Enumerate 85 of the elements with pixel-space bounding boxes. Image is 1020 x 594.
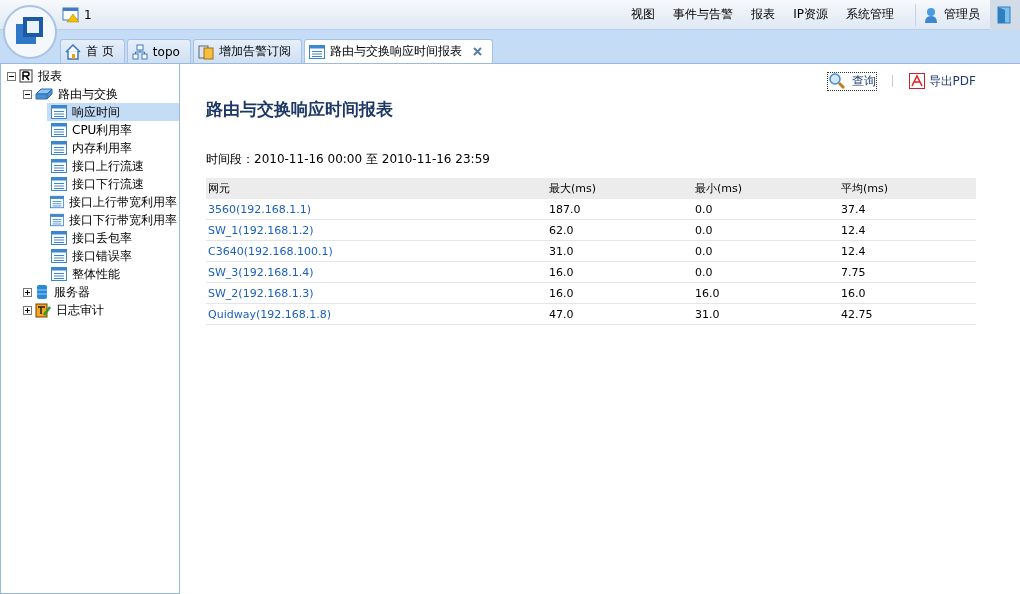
- tree-item[interactable]: 报表: [1, 67, 179, 85]
- table-cell: 16.0: [841, 286, 866, 300]
- table-cell: 31.0: [549, 244, 574, 258]
- list-icon: [308, 43, 325, 60]
- topology-icon: [131, 43, 148, 60]
- device-link[interactable]: C3640(192.168.100.1): [208, 244, 333, 258]
- list-icon: [51, 159, 67, 173]
- server-icon: [35, 284, 49, 300]
- column-header: 网元: [206, 178, 547, 199]
- table-cell: 37.4: [841, 202, 866, 216]
- table-cell: 12.4: [841, 244, 866, 258]
- table-cell: 7.75: [841, 265, 866, 279]
- export-pdf-link[interactable]: 导出PDF: [908, 72, 976, 90]
- table-cell: 12.4: [841, 223, 866, 237]
- menu-item[interactable]: 系统管理: [846, 6, 894, 23]
- table-cell: 0.0: [695, 223, 713, 237]
- list-icon: [51, 105, 67, 119]
- device-link[interactable]: 3560(192.168.1.1): [208, 202, 312, 216]
- expander-icon[interactable]: [7, 71, 16, 81]
- device-link[interactable]: SW_2(192.168.1.3): [208, 286, 314, 300]
- table-cell: 16.0: [549, 286, 574, 300]
- expander-icon[interactable]: [23, 305, 32, 315]
- tree-item[interactable]: 路由与交换: [1, 85, 179, 103]
- logout-button[interactable]: [990, 0, 1020, 30]
- user-icon: [924, 6, 938, 23]
- list-icon: [51, 123, 67, 137]
- device-link[interactable]: SW_1(192.168.1.2): [208, 223, 314, 237]
- pdf-icon: [908, 73, 925, 89]
- tree-item[interactable]: 服务器: [1, 283, 179, 301]
- search-icon: [827, 73, 848, 89]
- tree-item[interactable]: 接口下行带宽利用率: [1, 211, 179, 229]
- home-icon: [65, 43, 81, 60]
- time-period: 时间段：2010-11-16 00:00 至 2010-11-16 23:59: [206, 151, 491, 168]
- menu-item[interactable]: 事件与告警: [673, 6, 734, 23]
- notepad-icon: [35, 302, 51, 318]
- tree-item[interactable]: 日志审计: [1, 301, 179, 319]
- tree-item[interactable]: 接口上行流速: [1, 157, 179, 175]
- column-header: 平均(ms): [839, 178, 976, 199]
- table-cell: 62.0: [549, 223, 574, 237]
- switch-icon: [35, 88, 53, 100]
- table-cell: 42.75: [841, 307, 873, 321]
- column-header: 最小(ms): [693, 178, 839, 199]
- table-cell: 31.0: [695, 307, 720, 321]
- list-icon: [49, 195, 64, 209]
- user-name[interactable]: 管理员: [944, 6, 980, 23]
- tree-item[interactable]: 接口错误率: [1, 247, 179, 265]
- report-title: 路由与交换响应时间报表: [206, 98, 394, 121]
- tree-item[interactable]: CPU利用率: [1, 121, 179, 139]
- list-icon: [51, 141, 67, 155]
- tree-item[interactable]: 接口上行带宽利用率: [1, 193, 179, 211]
- list-icon: [51, 267, 67, 281]
- report-icon: [19, 69, 33, 83]
- tree-item[interactable]: 整体性能: [1, 265, 179, 283]
- device-link[interactable]: Quidway(192.168.1.8): [208, 307, 331, 321]
- menu-item[interactable]: IP资源: [793, 6, 828, 23]
- table-cell: 47.0: [549, 307, 574, 321]
- expander-icon[interactable]: [23, 89, 32, 99]
- tab[interactable]: 路由与交换响应时间报表: [303, 39, 493, 63]
- alert-count[interactable]: 1: [84, 7, 92, 22]
- device-link[interactable]: SW_3(192.168.1.4): [208, 265, 314, 279]
- list-icon: [49, 213, 64, 227]
- table-cell: 16.0: [549, 265, 574, 279]
- menu-item[interactable]: 报表: [751, 6, 776, 23]
- tree-item[interactable]: 接口下行流速: [1, 175, 179, 193]
- tree-item[interactable]: 接口丢包率: [1, 229, 179, 247]
- table-cell: 0.0: [695, 244, 713, 258]
- tab[interactable]: topo: [126, 39, 191, 63]
- tab[interactable]: 首 页: [60, 39, 125, 63]
- column-header: 最大(ms): [547, 178, 693, 199]
- tree-item[interactable]: 内存利用率: [1, 139, 179, 157]
- door-icon: [997, 5, 1013, 24]
- table-cell: 187.0: [549, 202, 581, 216]
- list-icon: [51, 177, 67, 191]
- list-icon: [51, 231, 67, 245]
- menu-item[interactable]: 视图: [631, 6, 656, 23]
- close-icon[interactable]: [472, 47, 482, 56]
- documents-icon: [197, 43, 214, 60]
- table-cell: 0.0: [695, 265, 713, 279]
- table-cell: 0.0: [695, 202, 713, 216]
- tab[interactable]: 增加告警订阅: [192, 39, 302, 63]
- table-cell: 16.0: [695, 286, 720, 300]
- expander-icon[interactable]: [23, 287, 32, 297]
- alert-icon[interactable]: [62, 6, 80, 23]
- list-icon: [51, 249, 67, 263]
- search-link[interactable]: 查询: [827, 72, 876, 90]
